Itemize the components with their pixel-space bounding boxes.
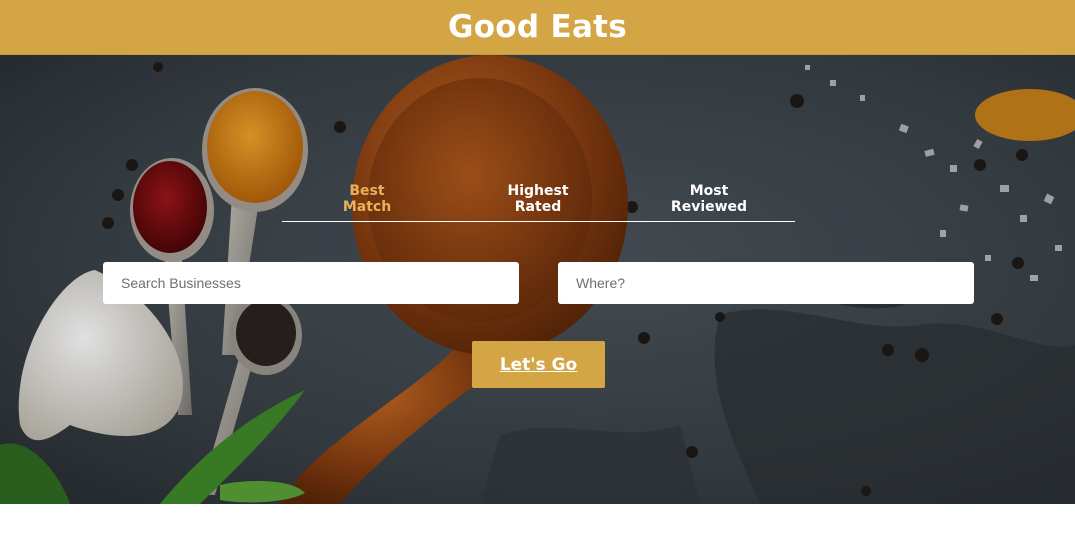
- tab-highest-rated[interactable]: Highest Rated: [478, 183, 598, 215]
- tab-best-match-line2: Match: [342, 199, 392, 215]
- tab-most-reviewed[interactable]: Most Reviewed: [649, 183, 769, 215]
- tab-most-reviewed-line2: Reviewed: [670, 199, 748, 215]
- tab-highest-rated-line2: Rated: [514, 199, 562, 215]
- location-input[interactable]: [558, 262, 974, 304]
- search-hero: Best Match Highest Rated Most Reviewed L…: [0, 55, 1075, 504]
- site-header: Good Eats: [0, 0, 1075, 55]
- tab-best-match-line1: Best: [349, 183, 385, 199]
- tab-best-match[interactable]: Best Match: [307, 183, 427, 215]
- site-title: Good Eats: [447, 9, 628, 45]
- tab-most-reviewed-line1: Most: [689, 183, 729, 199]
- lets-go-button[interactable]: Let's Go: [472, 341, 605, 388]
- tab-highest-rated-line1: Highest: [507, 183, 569, 199]
- search-businesses-input[interactable]: [103, 262, 519, 304]
- sort-options-tabs: Best Match Highest Rated Most Reviewed: [282, 183, 795, 222]
